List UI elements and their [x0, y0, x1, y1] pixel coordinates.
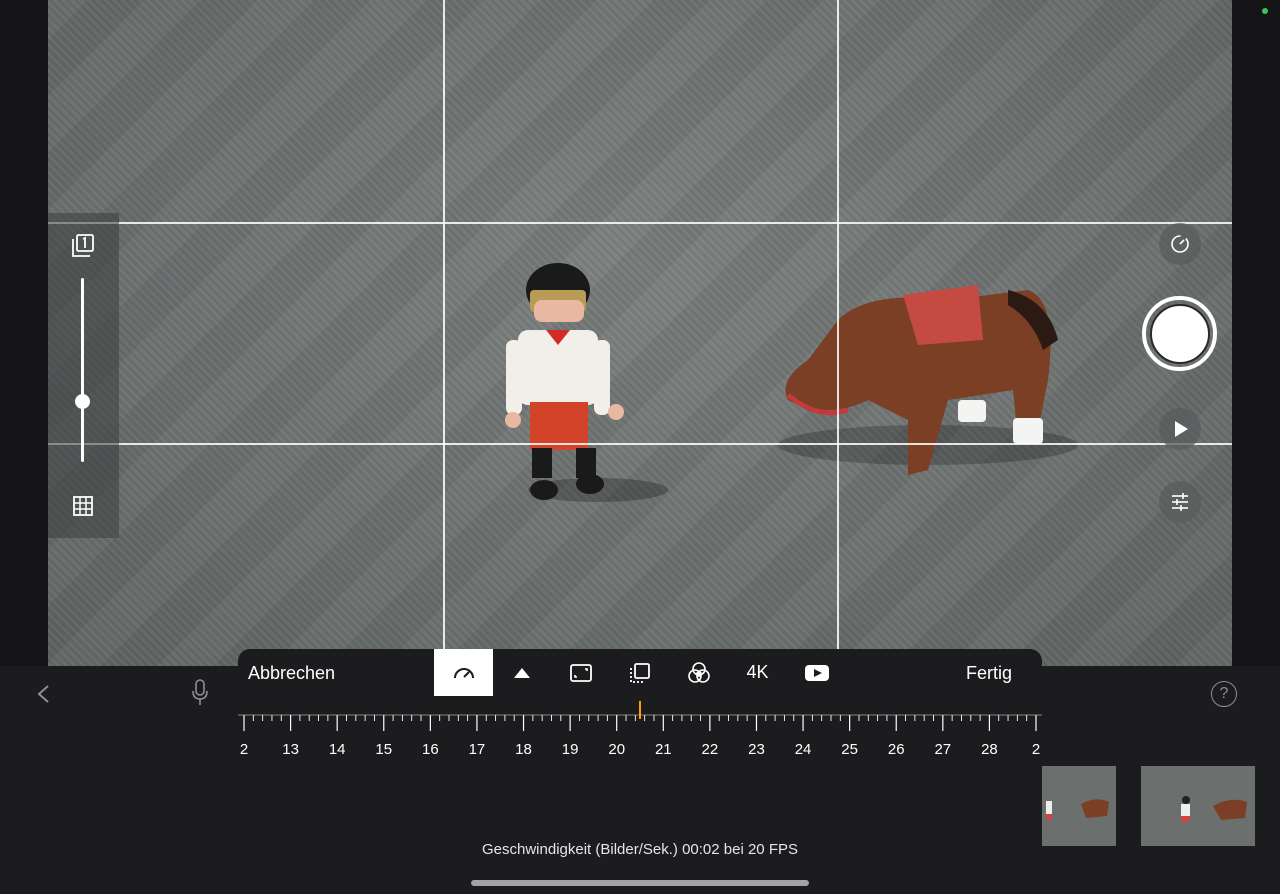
youtube-icon	[804, 664, 829, 681]
shutter-button[interactable]	[1142, 296, 1217, 371]
crop-icon	[629, 662, 650, 683]
fps-selection-marker	[639, 701, 641, 719]
aspect-ratio-tool-button[interactable]	[551, 649, 610, 696]
ruler-tick-label: 18	[515, 741, 532, 758]
slider-track	[81, 278, 84, 462]
ruler-tick-label: 20	[608, 741, 626, 758]
play-icon	[1175, 421, 1188, 437]
camera-active-indicator	[1262, 8, 1268, 14]
frame-thumbnail[interactable]	[1141, 766, 1255, 846]
viewfinder-left-margin	[0, 0, 48, 666]
play-button[interactable]	[1159, 408, 1201, 450]
done-button[interactable]: Fertig	[966, 663, 1012, 684]
shutter-inner	[1149, 303, 1210, 364]
speedometer-icon	[453, 667, 474, 678]
left-toolbar	[48, 213, 119, 538]
aspect-ratio-icon	[569, 663, 592, 682]
ruler-tick-label: 17	[468, 741, 486, 758]
ruler-tick-label: 13	[282, 741, 299, 758]
settings-button[interactable]	[1159, 481, 1201, 523]
speed-status-text: Geschwindigkeit (Bilder/Sek.) 00:02 bei …	[482, 841, 798, 858]
ruler-tick-label: 23	[748, 741, 765, 758]
ruler-tick-label: 25	[841, 741, 858, 758]
grid-line-horizontal-2	[48, 443, 1232, 445]
ruler-tick-label: 14	[328, 741, 346, 758]
microphone-icon[interactable]	[190, 678, 210, 708]
speed-panel: Abbrechen 4K Fertig 2 13 14 15 16 17 18 …	[238, 649, 1042, 894]
grid-line-vertical-1	[443, 0, 445, 666]
ruler-tick-label: 21	[654, 741, 672, 758]
ruler-tick-label: 26	[887, 741, 905, 758]
crop-tool-button[interactable]	[610, 649, 669, 696]
slider-knob[interactable]	[75, 394, 90, 410]
sliders-icon	[1172, 493, 1188, 511]
ruler-tick-label: 15	[375, 741, 393, 758]
ruler-tick-label: 24	[794, 741, 812, 758]
opacity-slider[interactable]	[75, 278, 90, 462]
ruler-tick-label: 2	[239, 741, 249, 758]
resolution-4k-button[interactable]: 4K	[728, 649, 787, 696]
ruler-tick-label: 22	[701, 741, 719, 758]
triangle-up-icon	[513, 667, 530, 678]
grid-line-vertical-2	[837, 0, 839, 666]
frame-thumbnail[interactable]	[1041, 766, 1116, 846]
camera-scene	[505, 263, 1078, 502]
ruler-tick-label: 16	[422, 741, 439, 758]
speed-tool-button[interactable]	[434, 649, 493, 696]
cancel-button[interactable]: Abbrechen	[248, 663, 335, 684]
ruler-tick-label: 2	[1031, 741, 1041, 758]
viewfinder-right-margin	[1232, 0, 1280, 666]
timer-icon	[1171, 235, 1189, 253]
ruler-tick-label: 27	[934, 741, 952, 758]
grid-icon[interactable]	[72, 495, 94, 517]
ruler-tick-label: 28	[981, 741, 998, 758]
chevron-left-icon[interactable]	[34, 684, 54, 704]
camera-viewfinder[interactable]	[48, 0, 1232, 666]
grid-line-horizontal-1	[48, 222, 1232, 224]
toy-figure	[505, 263, 624, 500]
ruler-tick-label: 19	[561, 741, 579, 758]
collapse-tool-button[interactable]	[492, 649, 551, 696]
color-filter-tool-button[interactable]	[669, 649, 728, 696]
timer-button[interactable]	[1159, 223, 1201, 265]
youtube-tool-button[interactable]	[787, 649, 846, 696]
onion-skin-1-icon[interactable]	[70, 233, 96, 259]
help-button[interactable]: ?	[1211, 681, 1237, 707]
color-filter-icon	[687, 661, 710, 683]
thumbnail-image	[1141, 766, 1255, 846]
home-indicator[interactable]	[471, 880, 809, 886]
thumbnail-image	[1041, 766, 1116, 846]
fps-ruler-labels: 2 13 14 15 16 17 18 19 20 21 22 23 24 25 26 27 28 2	[238, 741, 1042, 761]
